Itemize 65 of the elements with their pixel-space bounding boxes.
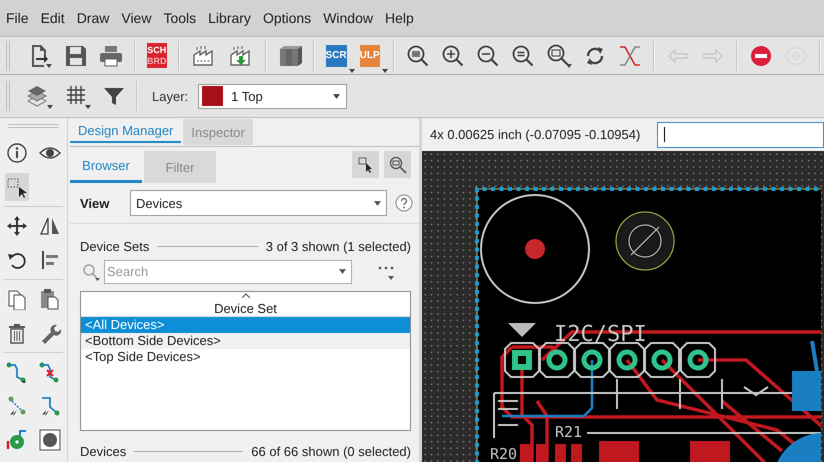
layer-dropdown[interactable]: 1 Top bbox=[198, 84, 348, 108]
panel-tab[interactable]: Design Manager bbox=[70, 119, 182, 143]
search-field[interactable]: Search bbox=[104, 260, 352, 284]
move-icon[interactable] bbox=[6, 215, 28, 237]
sort-caret-icon bbox=[242, 293, 250, 298]
autorouter-icon[interactable] bbox=[6, 395, 28, 417]
ripup-icon[interactable] bbox=[38, 361, 61, 383]
select-tool-button[interactable] bbox=[352, 151, 379, 178]
coordinate-readout: 4x 0.00625 inch (-0.07095 -0.10954) bbox=[430, 127, 640, 142]
section-count: 66 of 66 shown (0 selected) bbox=[251, 444, 411, 458]
layer-label: Layer: bbox=[152, 88, 188, 104]
standoff-drawing bbox=[616, 212, 674, 270]
zoom-equal-icon[interactable] bbox=[510, 44, 535, 68]
zoom-to-fit-icon[interactable] bbox=[406, 44, 430, 68]
silkscreen-label: R21 bbox=[555, 423, 582, 441]
save-icon[interactable] bbox=[64, 44, 88, 68]
menu-item[interactable]: Draw bbox=[76, 10, 110, 26]
menu-item[interactable]: File bbox=[5, 10, 30, 26]
menu-item[interactable]: Library bbox=[207, 10, 252, 26]
menu-item[interactable]: Window bbox=[322, 10, 374, 26]
menu-item[interactable]: Help bbox=[384, 10, 415, 26]
list-item[interactable]: <Bottom Side Devices> bbox=[81, 333, 410, 349]
paste-icon[interactable] bbox=[38, 288, 61, 310]
menu-item[interactable]: Tools bbox=[162, 10, 198, 26]
route-trace-icon[interactable] bbox=[6, 361, 28, 383]
pin-one-marker bbox=[508, 323, 536, 337]
list-item[interactable]: <All Devices> bbox=[81, 317, 410, 333]
caret-icon[interactable] bbox=[339, 269, 346, 274]
section-title: Device Sets bbox=[80, 238, 150, 254]
hole-icon[interactable] bbox=[38, 429, 61, 451]
caret-icon[interactable] bbox=[333, 94, 340, 98]
search-input[interactable]: Search bbox=[107, 264, 339, 279]
info-icon[interactable] bbox=[6, 142, 28, 164]
view-dropdown[interactable]: Devices bbox=[130, 190, 387, 216]
zoom-select-icon[interactable] bbox=[546, 42, 572, 68]
caret-icon[interactable] bbox=[374, 200, 381, 206]
group-select-icon[interactable] bbox=[6, 176, 28, 198]
ratsnest-icon[interactable] bbox=[618, 44, 642, 68]
copy-icon[interactable] bbox=[6, 288, 28, 310]
stop-icon[interactable] bbox=[748, 44, 773, 68]
books-icon[interactable] bbox=[278, 44, 302, 68]
zoom-select-button[interactable] bbox=[384, 151, 411, 178]
caret-icon[interactable] bbox=[382, 68, 388, 72]
menu-item[interactable]: View bbox=[120, 10, 152, 26]
magnifier-icon bbox=[388, 156, 406, 174]
command-field[interactable] bbox=[657, 122, 824, 148]
layers-icon[interactable] bbox=[26, 83, 54, 109]
grid-icon[interactable] bbox=[64, 83, 92, 109]
menu-item[interactable]: Edit bbox=[40, 10, 66, 26]
menu-item[interactable]: Options bbox=[262, 10, 312, 26]
search-icon[interactable] bbox=[82, 262, 102, 280]
select-cursor-icon bbox=[358, 156, 374, 172]
zoom-in-icon[interactable] bbox=[440, 44, 465, 68]
printer-icon[interactable] bbox=[99, 44, 123, 68]
silkscreen-label: R20 bbox=[490, 445, 518, 462]
via-icon[interactable] bbox=[6, 429, 28, 451]
caret-icon[interactable] bbox=[348, 68, 355, 72]
mirror-icon[interactable] bbox=[38, 215, 61, 237]
list-item[interactable]: <Top Side Devices> bbox=[81, 349, 410, 365]
section-title: Devices bbox=[80, 444, 126, 458]
zoom-out-icon[interactable] bbox=[476, 44, 500, 68]
section-count: 3 of 3 shown (1 selected) bbox=[266, 238, 411, 254]
help-icon[interactable] bbox=[395, 194, 413, 212]
view-label: View bbox=[80, 196, 110, 210]
schematic-board-switch-icon[interactable]: SCH BRD bbox=[147, 43, 166, 68]
